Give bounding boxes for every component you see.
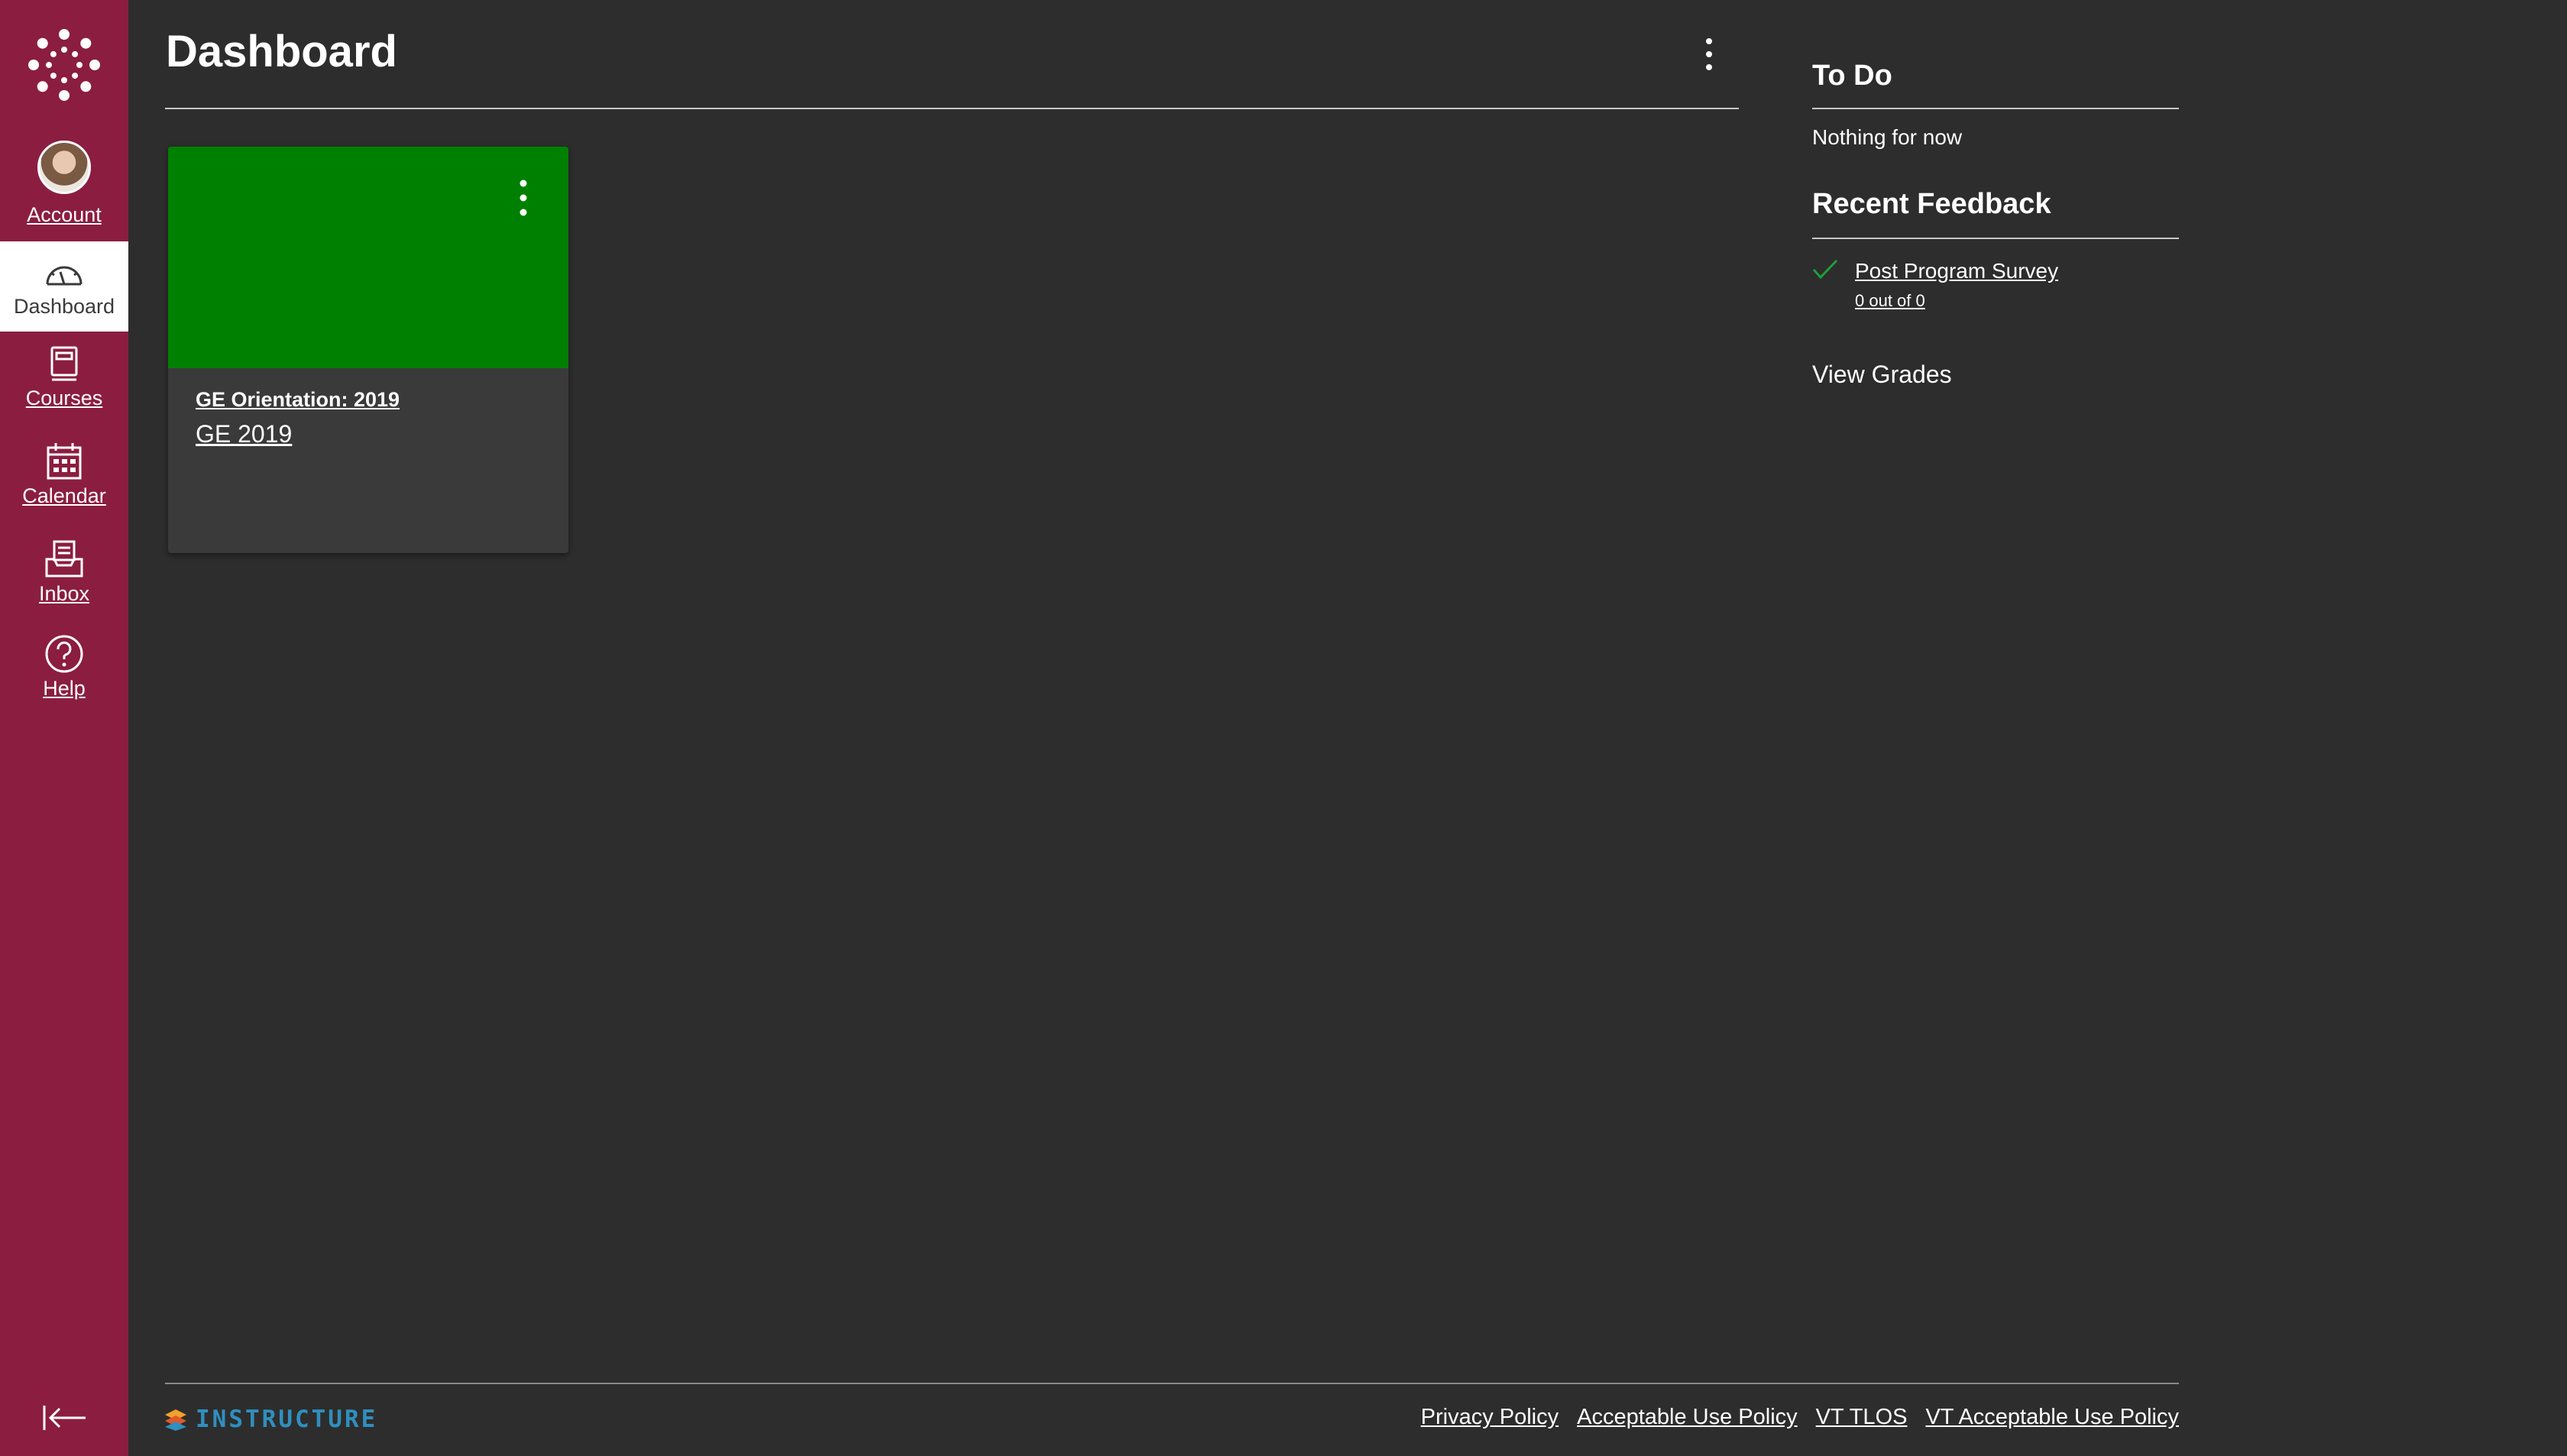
instructure-mark-icon (165, 1409, 186, 1431)
nav-inbox-label: Inbox (38, 582, 90, 605)
nav-calendar[interactable]: Calendar (0, 442, 128, 508)
footer-divider (165, 1383, 2179, 1384)
nav-account-label: Account (27, 203, 102, 226)
header-divider (165, 108, 1739, 109)
dashboard-options-icon[interactable] (1699, 35, 1719, 73)
course-card[interactable]: GE Orientation: 2019 GE 2019 (168, 147, 568, 553)
footer-links: Privacy Policy Acceptable Use Policy VT … (1421, 1405, 2179, 1430)
canvas-logo-icon[interactable] (28, 29, 100, 101)
vt-acceptable-use-policy-link[interactable]: VT Acceptable Use Policy (1925, 1405, 2179, 1430)
view-grades-button[interactable]: View Grades (1812, 361, 1952, 389)
recent-feedback-heading: Recent Feedback (1812, 188, 2051, 220)
todo-empty-text: Nothing for now (1812, 125, 1963, 149)
course-card-title[interactable]: GE Orientation: 2019 (196, 388, 400, 412)
nav-calendar-label: Calendar (22, 484, 106, 507)
course-card-hero[interactable] (168, 147, 568, 368)
feedback-item-score[interactable]: 0 out of 0 (1855, 291, 1925, 311)
vt-tlos-link[interactable]: VT TLOS (1816, 1405, 1908, 1430)
nav-courses-label: Courses (25, 387, 103, 409)
instructure-wordmark: INSTRUCTURE (196, 1406, 378, 1433)
instructure-logo[interactable]: INSTRUCTURE (163, 1404, 377, 1435)
courses-icon (50, 346, 78, 381)
global-nav: Account Dashboard Courses Calendar Inbox… (0, 0, 128, 1456)
page-title: Dashboard (166, 27, 397, 76)
nav-inbox[interactable]: Inbox (0, 539, 128, 606)
avatar (37, 141, 91, 194)
nav-dashboard[interactable]: Dashboard (0, 241, 128, 332)
help-icon (45, 635, 83, 673)
todo-heading: To Do (1812, 60, 1892, 92)
inbox-icon (45, 540, 83, 578)
nav-courses[interactable]: Courses (0, 345, 128, 410)
checkmark-icon (1812, 259, 1838, 280)
collapse-nav-icon[interactable] (40, 1403, 89, 1433)
calendar-icon (47, 443, 82, 480)
acceptable-use-policy-link[interactable]: Acceptable Use Policy (1577, 1405, 1798, 1430)
card-options-icon[interactable] (513, 177, 533, 218)
nav-help-label: Help (43, 677, 86, 700)
nav-help[interactable]: Help (0, 634, 128, 700)
dashboard-icon (46, 266, 83, 286)
course-card-subtitle[interactable]: GE 2019 (196, 420, 292, 448)
todo-divider (1812, 108, 2179, 109)
feedback-item-link[interactable]: Post Program Survey (1855, 259, 2058, 283)
privacy-policy-link[interactable]: Privacy Policy (1421, 1405, 1559, 1430)
nav-dashboard-label: Dashboard (13, 295, 115, 318)
nav-account[interactable]: Account (0, 141, 128, 227)
feedback-divider (1812, 238, 2179, 239)
